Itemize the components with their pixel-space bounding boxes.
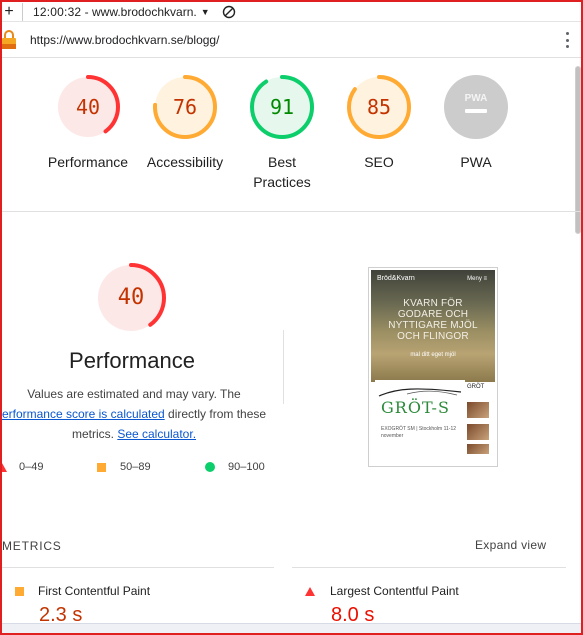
desc-text: Values are estimated and may vary. The <box>27 387 241 401</box>
vertical-divider <box>283 330 284 404</box>
status-bar: + 12:00:32 - www.brodochkvarn. ▼ <box>2 2 581 22</box>
thumbnail-side-title: GRÖT <box>467 384 485 390</box>
address-bar[interactable]: https://www.brodochkvarn.se/blogg/ <box>2 22 581 58</box>
scrollbar-thumb[interactable] <box>575 66 581 234</box>
thumbnail-card: GRÖT-S EXOGRÖT SM | Stockholm 11-12 nove… <box>375 380 465 460</box>
dropdown-caret-icon[interactable]: ▼ <box>201 7 210 17</box>
gauge-label: PWA <box>460 154 492 170</box>
status-time: 12:00:32 <box>33 4 82 19</box>
thumbnail-photo <box>467 424 489 440</box>
page-screenshot-thumbnail[interactable]: Bröd&Kvarn Meny ≡ KVARN FÖR GODARE OCH N… <box>368 267 498 467</box>
gauge-best-practices[interactable]: 91 Best Practices <box>234 74 330 192</box>
desc-text: metrics. <box>71 427 118 441</box>
performance-gauge-large: 40 <box>95 262 167 334</box>
hero-line: KVARN FÖR <box>403 298 463 309</box>
performance-title: Performance <box>69 348 195 373</box>
thumbnail-photo <box>467 444 489 454</box>
metric-label: First Contentful Paint <box>38 584 151 598</box>
gauge-ring: 40 <box>55 74 121 140</box>
lock-icon <box>2 29 16 49</box>
pwa-icon: PWA <box>444 75 508 139</box>
metric-divider <box>2 567 274 568</box>
gauge-label: SEO <box>364 154 394 170</box>
hero-line: NYTTIGARE MJÖL <box>388 320 478 331</box>
legend-pass: 90–100 <box>205 461 265 473</box>
thumbnail-card-title: GRÖT-S <box>381 398 450 417</box>
square-icon <box>15 586 24 596</box>
scrollbar[interactable] <box>575 58 581 623</box>
thumbnail-hero: Bröd&Kvarn Meny ≡ KVARN FÖR GODARE OCH N… <box>371 270 495 382</box>
metric-divider <box>292 567 566 568</box>
category-gauges: 40 Performance 76 Accessibility 91 Best … <box>40 74 530 194</box>
legend-fail: 0–49 <box>0 461 43 473</box>
see-calculator-link[interactable]: See calculator. <box>117 427 196 441</box>
hero-line: OCH FLINGOR <box>397 331 469 342</box>
thumbnail-card-meta: EXOGRÖT SM | Stockholm 11-12 november <box>381 426 457 439</box>
metric-fcp: First Contentful Paint <box>15 584 150 598</box>
gauge-score: 40 <box>75 95 101 119</box>
gauge-performance[interactable]: 40 Performance <box>40 74 136 172</box>
gauge-ring: 85 <box>346 74 412 140</box>
legend-range: 90–100 <box>228 461 265 473</box>
score-legend: 0–49 50–89 90–100 <box>0 461 280 477</box>
metrics-heading: METRICS <box>2 539 62 553</box>
section-divider <box>2 211 581 212</box>
status-separator <box>22 2 23 21</box>
thumbnail-menu: Meny ≡ <box>467 276 487 282</box>
expand-view-button[interactable]: Expand view <box>475 538 546 552</box>
score-calculated-link[interactable]: erformance score is calculated <box>2 407 165 421</box>
bottom-bar <box>2 623 581 633</box>
gauge-ring: 76 <box>152 74 218 140</box>
gauge-label: Performance <box>47 154 129 170</box>
thumbnail-hero-text: KVARN FÖR GODARE OCH NYTTIGARE MJÖL OCH … <box>371 298 495 342</box>
hero-line: GODARE OCH <box>397 309 469 320</box>
triangle-icon <box>0 462 7 472</box>
gauge-label: Best Practices <box>253 154 311 190</box>
circle-icon <box>205 462 215 472</box>
performance-description: Values are estimated and may vary. The e… <box>0 384 268 444</box>
triangle-icon <box>305 586 315 596</box>
square-icon <box>97 462 106 472</box>
gauge-score: 91 <box>269 95 295 119</box>
pwa-badge: PWA <box>443 74 509 140</box>
thumbnail-hero-sub: mal ditt eget mjöl <box>410 352 456 358</box>
gauge-score: 76 <box>172 95 198 119</box>
metric-label: Largest Contentful Paint <box>330 584 459 598</box>
metric-lcp: Largest Contentful Paint <box>305 584 459 598</box>
gauge-score: 85 <box>366 95 392 119</box>
status-dash: - <box>81 4 92 19</box>
block-icon[interactable] <box>222 5 236 19</box>
performance-score: 40 <box>117 285 145 310</box>
thumbnail-brand: Bröd&Kvarn <box>377 275 415 282</box>
gauge-ring: 91 <box>249 74 315 140</box>
legend-range: 50–89 <box>120 461 151 473</box>
more-menu-icon[interactable] <box>565 32 569 48</box>
pwa-badge-text: PWA <box>465 93 488 104</box>
new-tab-icon[interactable]: + <box>2 3 16 20</box>
gauge-seo[interactable]: 85 SEO <box>331 74 427 172</box>
desc-text: directly from these <box>164 407 267 421</box>
gauge-accessibility[interactable]: 76 Accessibility <box>137 74 233 172</box>
thumbnail-photo <box>467 402 489 418</box>
legend-range: 0–49 <box>19 461 44 473</box>
status-title: www.brodochkvarn. <box>91 4 197 19</box>
url-text[interactable]: https://www.brodochkvarn.se/blogg/ <box>30 33 219 47</box>
legend-average: 50–89 <box>97 461 151 473</box>
thumbnail-sidebar: GRÖT <box>467 380 491 460</box>
gauge-label: Accessibility <box>146 154 224 170</box>
gauge-pwa[interactable]: PWA PWA <box>428 74 524 172</box>
